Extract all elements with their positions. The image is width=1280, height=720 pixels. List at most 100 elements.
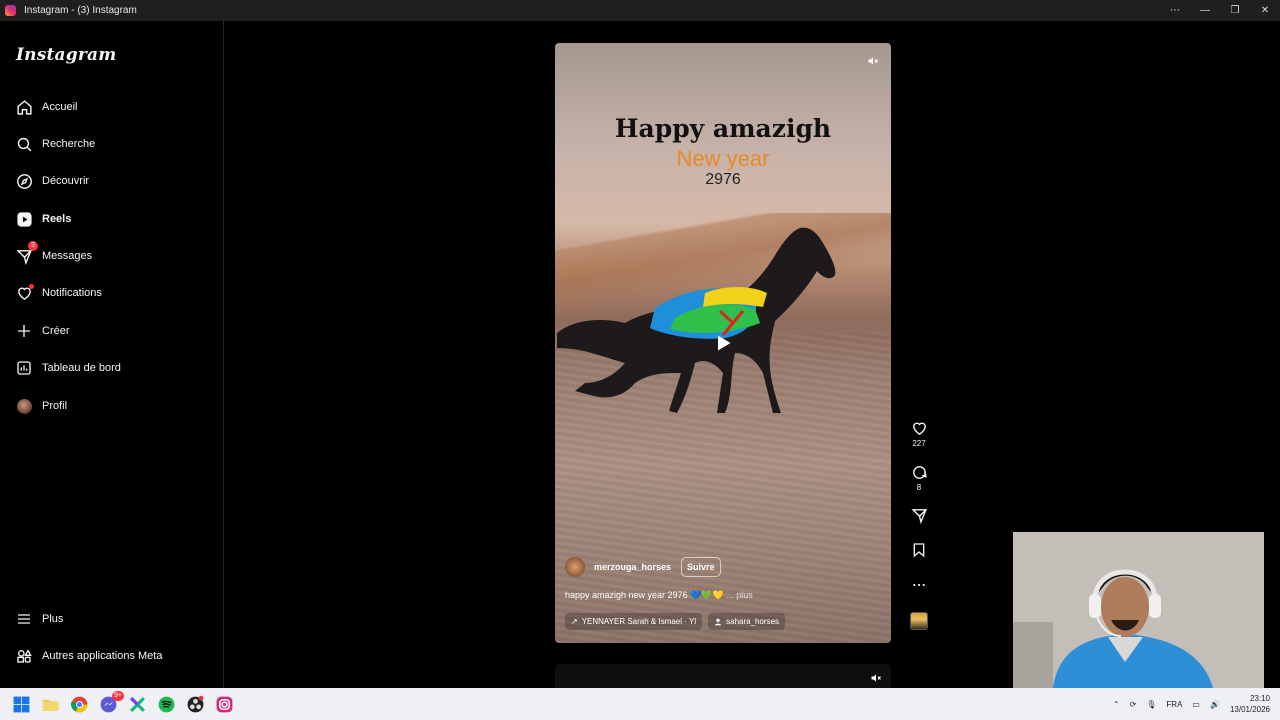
author-avatar[interactable] — [565, 557, 585, 577]
window-titlebar: Instagram - (3) Instagram ⋯ — ❐ ✕ — [0, 0, 1280, 21]
sidebar-item-label: Créer — [42, 325, 70, 337]
sidebar-item-label: Recherche — [42, 138, 96, 150]
home-icon — [14, 97, 34, 117]
chrome-icon[interactable] — [70, 695, 89, 714]
audio-label: YENNAYER Sarah & Ismael · Yl — [581, 617, 697, 626]
system-tray: ⌃ ⟳ 🎙 FRA ▭ 🔊 23:10 13/01/2026 — [1113, 688, 1270, 720]
play-icon — [718, 335, 731, 351]
file-explorer-icon[interactable] — [41, 695, 60, 714]
heart-icon — [912, 422, 926, 436]
restore-button[interactable]: ❐ — [1220, 0, 1250, 21]
speaker-muted-icon[interactable] — [870, 672, 882, 684]
comment-icon — [912, 466, 927, 479]
more-icon — [913, 583, 925, 587]
overlay-title: Happy amazigh — [614, 114, 832, 143]
share-button[interactable] — [906, 507, 932, 526]
sidebar-item-label: Messages — [42, 250, 93, 262]
display-icon[interactable]: ▭ — [1192, 700, 1200, 709]
clock[interactable]: 23:10 13/01/2026 — [1230, 693, 1270, 715]
caption-text: happy amazigh new year 2976 💙💚💛 — [565, 590, 724, 600]
trend-arrow-icon: ↗ — [571, 617, 578, 626]
send-icon — [910, 509, 927, 524]
meta-apps-icon — [14, 646, 34, 666]
caption-more-link[interactable]: ... plus — [726, 590, 753, 600]
more-icon[interactable]: ⋯ — [1160, 0, 1190, 21]
like-button[interactable]: 227 — [906, 420, 932, 448]
tagged-user-chip[interactable]: sahara_horses — [708, 613, 786, 630]
sidebar-item-label: Autres applications Meta — [42, 650, 163, 662]
next-reel[interactable] — [555, 664, 891, 688]
windows-start-icon[interactable] — [12, 695, 31, 714]
close-button[interactable]: ✕ — [1250, 0, 1280, 21]
search-icon — [14, 134, 34, 154]
sidebar-item-profil[interactable]: Profil — [14, 392, 209, 420]
like-count: 227 — [912, 439, 926, 448]
heart-icon — [14, 283, 34, 303]
clock-date: 13/01/2026 — [1229, 705, 1270, 714]
sidebar-item-recherche[interactable]: Recherche — [14, 130, 209, 158]
window-title: Instagram - (3) Instagram — [24, 5, 137, 16]
reels-icon — [14, 209, 34, 229]
menu-icon — [14, 609, 34, 629]
reel-video[interactable]: Happy amazigh New year 2976 merzouga_hor… — [555, 43, 891, 643]
sync-icon[interactable]: ⟳ — [1130, 700, 1137, 709]
play-button[interactable] — [713, 333, 733, 358]
instagram-app-icon — [5, 5, 16, 16]
sidebar-item-tableau-de-bord[interactable]: Tableau de bord — [14, 354, 209, 382]
comment-button[interactable]: 8 — [906, 464, 932, 492]
sidebar-item-notifications[interactable]: Notifications — [14, 279, 209, 307]
spotify-icon[interactable] — [157, 695, 176, 714]
author-username[interactable]: merzouga_horses — [594, 562, 671, 572]
capcut-icon[interactable] — [128, 695, 147, 714]
messenger-app-icon[interactable]: 9+ — [99, 690, 124, 714]
minimize-button[interactable]: — — [1190, 0, 1220, 21]
reel-meta: ↗ YENNAYER Sarah & Ismael · Yl sahara_ho… — [565, 613, 786, 630]
obs-icon[interactable] — [186, 695, 205, 714]
mute-button[interactable] — [863, 51, 883, 71]
sidebar-item-label: Découvrir — [42, 175, 90, 187]
language-indicator[interactable]: FRA — [1166, 700, 1182, 709]
notification-dot — [29, 284, 34, 289]
save-button[interactable] — [906, 542, 932, 560]
sidebar-item-decouvrir[interactable]: Découvrir — [14, 167, 209, 195]
chevron-up-icon[interactable]: ⌃ — [1113, 700, 1120, 709]
messenger-icon: 3 — [14, 241, 38, 266]
audio-chip[interactable]: ↗ YENNAYER Sarah & Ismael · Yl — [565, 613, 703, 630]
bookmark-icon — [913, 543, 925, 558]
volume-icon[interactable]: 🔊 — [1210, 700, 1220, 709]
sidebar-item-accueil[interactable]: Accueil — [14, 93, 209, 121]
streamer-image — [1013, 532, 1264, 688]
sidebar-item-plus[interactable]: Plus — [14, 605, 209, 633]
microphone-icon[interactable]: 🎙 — [1146, 700, 1156, 709]
webcam-overlay — [1013, 532, 1264, 688]
sidebar-item-label: Accueil — [42, 101, 78, 113]
compass-icon — [14, 171, 34, 191]
overlay-subtitle: New year — [676, 146, 770, 171]
dashboard-icon — [14, 358, 34, 378]
more-options-button[interactable] — [906, 577, 932, 595]
sidebar-item-label: Profil — [42, 400, 68, 412]
sidebar-item-messages[interactable]: 3 Messages — [14, 241, 209, 270]
sidebar-item-label: Notifications — [42, 287, 102, 299]
sidebar-item-autres-applications-meta[interactable]: Autres applications Meta — [14, 642, 209, 670]
follow-button[interactable]: Suivre — [681, 557, 721, 577]
audio-thumbnail[interactable] — [910, 612, 928, 630]
sidebar-item-creer[interactable]: Créer — [14, 317, 209, 345]
speaker-muted-icon — [868, 57, 878, 65]
instagram-logo[interactable]: Instagram — [16, 45, 116, 65]
clock-time: 23:10 — [1249, 694, 1270, 703]
reel-author: merzouga_horses Suivre — [565, 557, 721, 577]
windows-taskbar: 9+ ⌃ ⟳ 🎙 FRA ▭ 🔊 23:10 13/01/2026 — [0, 688, 1280, 720]
person-icon — [714, 618, 722, 625]
taskbar-badge: 9+ — [112, 690, 124, 701]
overlay-year: 2976 — [705, 171, 741, 188]
sidebar-item-label: Plus — [42, 613, 64, 625]
horse-image — [557, 227, 836, 413]
sidebar-item-reels[interactable]: Reels — [14, 205, 209, 233]
sidebar: Instagram Accueil Recherche Découvrir Re… — [0, 21, 224, 688]
plus-icon — [14, 321, 34, 341]
instagram-taskbar-icon[interactable] — [215, 695, 234, 714]
sidebar-item-label: Reels — [42, 213, 72, 225]
messages-badge: 3 — [28, 241, 38, 251]
tagged-user: sahara_horses — [726, 617, 780, 626]
